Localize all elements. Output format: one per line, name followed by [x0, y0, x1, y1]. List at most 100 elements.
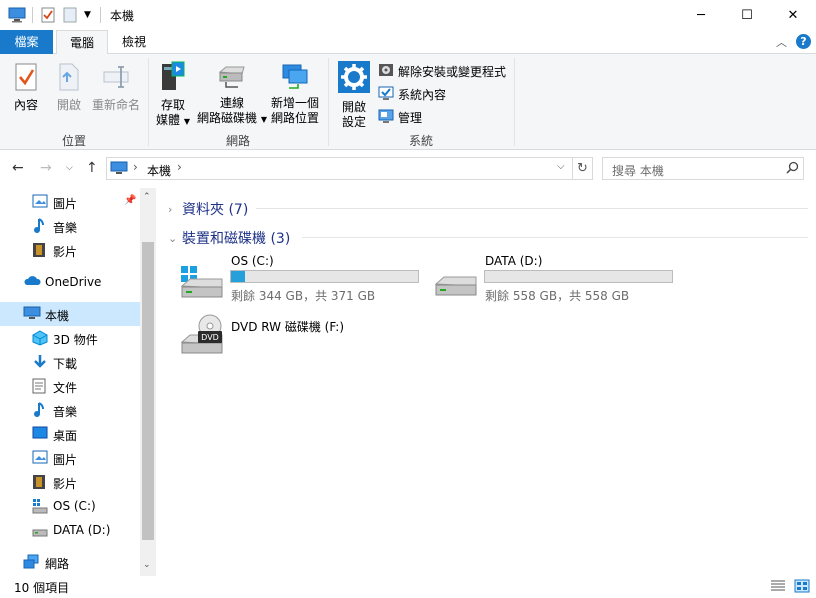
- documents-icon: [32, 378, 46, 397]
- recent-locations-icon[interactable]: ⌵: [66, 163, 73, 173]
- nav-item-music-quick[interactable]: 音樂: [0, 214, 140, 238]
- nav-item-pictures-quick[interactable]: 圖片 📌: [0, 190, 140, 214]
- search-input[interactable]: 搜尋 本機: [602, 157, 804, 180]
- drive-name: OS (C:): [231, 254, 274, 268]
- nav-item-label: 音樂: [53, 221, 78, 235]
- folders-header-label: 資料夾 (7): [182, 202, 249, 218]
- nav-item-downloads[interactable]: 下載: [0, 350, 140, 374]
- drive-tile-c[interactable]: OS (C:) 剩餘 344 GB，共 371 GB: [178, 254, 424, 304]
- tab-file[interactable]: 檔案: [0, 30, 53, 54]
- scroll-up-icon[interactable]: ⌃: [143, 192, 151, 202]
- drive-name: DVD RW 磁碟機 (F:): [231, 320, 345, 334]
- minimize-button[interactable]: ─: [678, 0, 724, 30]
- large-icons-view-icon[interactable]: [794, 579, 810, 596]
- nav-item-documents[interactable]: 文件: [0, 374, 140, 398]
- nav-item-label: 下載: [53, 357, 78, 371]
- nav-item-label: 圖片: [53, 197, 78, 211]
- add-network-location-button[interactable]: 新增一個 網路位置: [268, 62, 322, 126]
- nav-item-videos[interactable]: 影片: [0, 470, 140, 494]
- nav-item-label: OneDrive: [45, 275, 102, 289]
- nav-item-network[interactable]: 網路: [0, 550, 140, 574]
- maximize-button[interactable]: ☐: [724, 0, 770, 30]
- drive-tile-d[interactable]: DATA (D:) 剩餘 558 GB，共 558 GB: [432, 254, 678, 304]
- breadcrumb-chevron-icon[interactable]: ›: [177, 160, 182, 174]
- nav-scrollbar-thumb[interactable]: [142, 242, 154, 540]
- open-button[interactable]: 開啟: [50, 62, 88, 113]
- group-separator: [514, 58, 515, 146]
- up-arrow-icon[interactable]: ↑: [86, 160, 98, 176]
- music-icon: [32, 402, 46, 421]
- drive-usage-bar: [484, 270, 673, 283]
- refresh-icon[interactable]: ↻: [573, 157, 593, 180]
- properties-quick-icon[interactable]: [40, 6, 56, 24]
- manage-icon: [378, 108, 394, 127]
- status-bar: 10 個項目: [0, 576, 816, 598]
- access-media-button[interactable]: 存取 媒體 ▼: [152, 60, 194, 129]
- breadcrumb-chevron-icon[interactable]: ›: [133, 160, 138, 174]
- address-bar[interactable]: › 本機 › ⌵: [106, 157, 573, 180]
- nav-item-videos-quick[interactable]: 影片: [0, 238, 140, 262]
- this-pc-icon: [110, 161, 128, 179]
- devices-header-label: 裝置和磁碟機 (3): [182, 231, 291, 247]
- folders-group-header[interactable]: › 資料夾 (7): [168, 199, 248, 219]
- drive-name: DATA (D:): [485, 254, 543, 268]
- nav-item-drive-d[interactable]: DATA (D:): [0, 518, 140, 542]
- nav-item-label: 文件: [53, 381, 78, 395]
- back-arrow-icon[interactable]: ←: [12, 160, 24, 176]
- nav-item-label: DATA (D:): [53, 523, 111, 537]
- tab-computer[interactable]: 電腦: [56, 30, 108, 55]
- pictures-icon: [32, 450, 48, 467]
- pictures-icon: [32, 194, 48, 211]
- details-view-icon[interactable]: [770, 579, 786, 596]
- os-drive-icon: [178, 264, 226, 303]
- 3d-objects-icon: [32, 330, 48, 349]
- map-drive-label-1: 連線: [219, 96, 244, 110]
- nav-item-onedrive[interactable]: OneDrive: [0, 270, 140, 294]
- system-properties-label: 系統內容: [398, 87, 447, 102]
- this-pc-icon: [23, 306, 41, 324]
- nav-item-3d-objects[interactable]: 3D 物件: [0, 326, 140, 350]
- address-dropdown-icon[interactable]: ⌵: [557, 161, 565, 172]
- add-location-label-1: 新增一個: [270, 96, 319, 110]
- nav-item-label: 網路: [45, 557, 70, 571]
- devices-group-header[interactable]: ⌄ 裝置和磁碟機 (3): [168, 228, 290, 248]
- navigation-pane: 圖片 📌 音樂 影片 OneDrive 本機 3D 物件 下載 文件 音樂 桌面…: [0, 188, 156, 576]
- close-button[interactable]: ✕: [770, 0, 816, 30]
- nav-item-this-pc[interactable]: 本機: [0, 302, 140, 326]
- collapse-ribbon-icon[interactable]: ︿: [776, 34, 787, 50]
- dvd-logo-text: DVD: [201, 333, 219, 342]
- nav-item-music[interactable]: 音樂: [0, 398, 140, 422]
- manage-button[interactable]: 管理: [378, 108, 422, 126]
- open-settings-label-1: 開啟: [341, 100, 366, 114]
- search-icon[interactable]: [786, 161, 799, 177]
- add-location-label-2: 網路位置: [270, 111, 319, 125]
- tab-view[interactable]: 檢視: [110, 30, 158, 54]
- title-bar: ▼ 本機 ─ ☐ ✕: [0, 0, 816, 30]
- scroll-down-icon[interactable]: ⌄: [143, 560, 151, 570]
- pin-icon[interactable]: 📌: [124, 195, 136, 206]
- open-settings-button[interactable]: 開啟 設定: [334, 60, 374, 130]
- system-properties-button[interactable]: 系統內容: [378, 85, 446, 103]
- forward-arrow-icon[interactable]: →: [40, 160, 52, 176]
- uninstall-label: 解除安裝或變更程式: [398, 64, 507, 79]
- open-icon: [50, 62, 88, 96]
- customize-toolbar-icon[interactable]: ▼: [84, 6, 91, 24]
- uninstall-program-button[interactable]: 解除安裝或變更程式: [378, 62, 506, 80]
- nav-item-drive-c[interactable]: OS (C:): [0, 494, 140, 518]
- drive-tile-dvd[interactable]: DVD DVD RW 磁碟機 (F:): [178, 314, 378, 358]
- this-pc-icon[interactable]: [8, 6, 26, 24]
- nav-item-pictures[interactable]: 圖片: [0, 446, 140, 470]
- access-media-label-2: 媒體: [156, 113, 181, 127]
- system-group-label: 系統: [408, 134, 433, 148]
- network-group-label: 網路: [225, 134, 250, 148]
- nav-item-label: 音樂: [53, 405, 78, 419]
- breadcrumb-location[interactable]: 本機: [147, 162, 171, 179]
- drive-d-icon: [32, 522, 48, 541]
- nav-item-desktop[interactable]: 桌面: [0, 422, 140, 446]
- help-icon[interactable]: ?: [796, 34, 811, 49]
- new-folder-quick-icon[interactable]: [63, 6, 77, 24]
- rename-button[interactable]: 重新命名: [90, 62, 142, 113]
- map-network-drive-button[interactable]: 連線 網路磁碟機 ▼: [196, 62, 268, 127]
- properties-button[interactable]: 內容: [6, 62, 46, 113]
- music-icon: [32, 218, 46, 237]
